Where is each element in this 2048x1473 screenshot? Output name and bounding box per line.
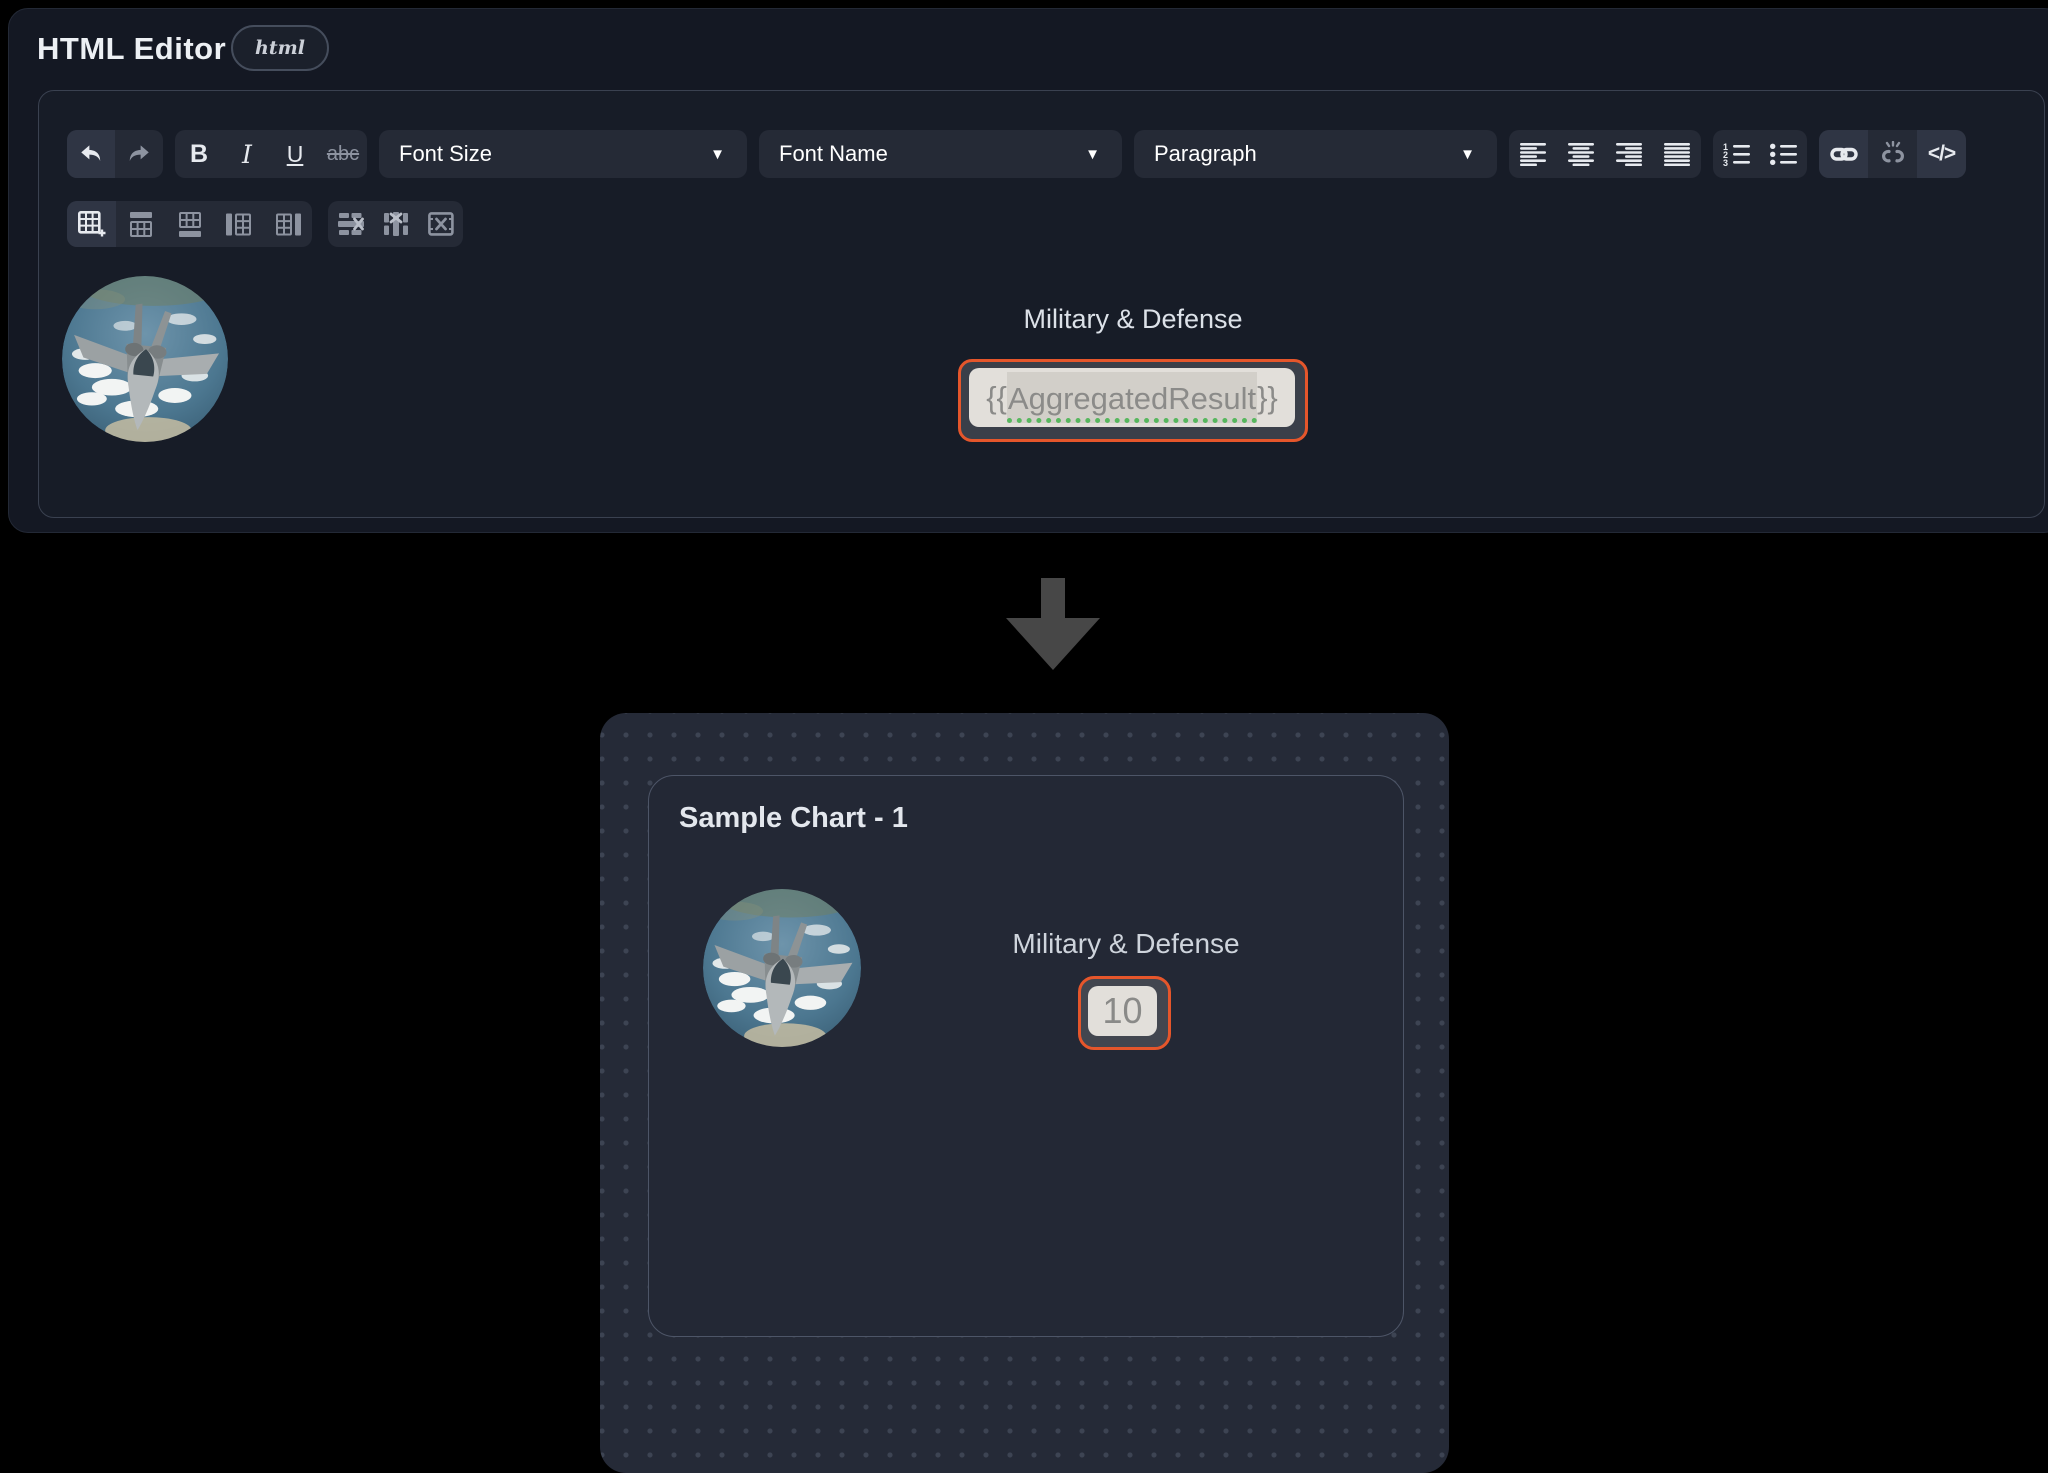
insert-column-right-button[interactable] <box>263 201 312 247</box>
jet-image[interactable] <box>62 276 228 442</box>
unordered-list-button[interactable] <box>1760 130 1807 178</box>
unlink-button[interactable] <box>1868 130 1917 178</box>
align-left-button[interactable] <box>1509 130 1557 178</box>
insert-row-below-icon <box>177 212 203 237</box>
align-right-button[interactable] <box>1605 130 1653 178</box>
flow-arrow <box>998 578 1108 670</box>
unlink-icon <box>1879 141 1907 167</box>
jet-image <box>703 889 861 1047</box>
font-name-label: Font Name <box>779 141 888 167</box>
list-group: 1 2 3 <box>1713 130 1807 178</box>
paragraph-select[interactable]: Paragraph ▼ <box>1134 130 1497 178</box>
delete-table-button[interactable] <box>418 201 463 247</box>
insert-row-below-button[interactable] <box>165 201 214 247</box>
alignment-group <box>1509 130 1701 178</box>
align-justify-button[interactable] <box>1653 130 1701 178</box>
page-title: HTML Editor <box>37 31 226 67</box>
insert-row-above-button[interactable] <box>116 201 165 247</box>
text-style-group: B I U abc <box>175 130 367 178</box>
table-insert-group <box>67 201 312 247</box>
delete-table-icon <box>428 212 454 236</box>
insert-column-left-button[interactable] <box>214 201 263 247</box>
align-justify-icon <box>1664 143 1690 166</box>
chevron-down-icon: ▼ <box>1460 146 1475 163</box>
preview-card: Sample Chart - 1 Military & Defense 10 <box>600 713 1449 1473</box>
sample-chart-panel: Sample Chart - 1 Military & Defense 10 <box>648 775 1404 1337</box>
token-close-braces: }} <box>1257 380 1278 416</box>
code-view-button[interactable]: </> <box>1917 130 1966 178</box>
unordered-list-icon <box>1770 142 1797 166</box>
insert-column-left-icon <box>226 212 252 237</box>
delete-column-button[interactable] <box>373 201 418 247</box>
link-icon <box>1830 141 1858 167</box>
link-group: </> <box>1819 130 1966 178</box>
table-delete-group <box>328 201 463 247</box>
insert-row-above-icon <box>128 212 154 237</box>
insert-table-icon <box>78 211 106 237</box>
bold-button[interactable]: B <box>175 130 223 178</box>
chevron-down-icon: ▼ <box>1085 146 1100 163</box>
strikethrough-button[interactable]: abc <box>319 130 367 178</box>
content-heading: Military & Defense <box>958 304 1308 335</box>
aggregated-result-token-box[interactable]: {{AggregatedResult}} <box>958 359 1308 442</box>
aggregated-result-token[interactable]: {{AggregatedResult}} <box>969 368 1295 427</box>
delete-row-button[interactable] <box>328 201 373 247</box>
paragraph-label: Paragraph <box>1154 141 1257 167</box>
link-button[interactable] <box>1819 130 1868 178</box>
html-editor-panel: HTML Editor html B I U <box>8 8 2048 533</box>
insert-table-button[interactable] <box>67 201 116 247</box>
token-name: AggregatedResult <box>1007 372 1257 423</box>
ordered-list-icon: 1 2 3 <box>1723 142 1750 166</box>
italic-button[interactable]: I <box>223 130 271 178</box>
align-center-button[interactable] <box>1557 130 1605 178</box>
delete-row-icon <box>338 212 364 236</box>
align-right-icon <box>1616 143 1642 166</box>
insert-column-right-icon <box>275 212 301 237</box>
align-center-icon <box>1568 143 1594 166</box>
editor-surface: B I U abc Font Size ▼ Font Name ▼ Paragr… <box>38 90 2045 518</box>
undo-icon <box>78 141 104 167</box>
underline-button[interactable]: U <box>271 130 319 178</box>
chevron-down-icon: ▼ <box>710 146 725 163</box>
html-badge: html <box>231 25 329 71</box>
result-value: 10 <box>1088 986 1157 1036</box>
svg-text:3: 3 <box>1723 158 1728 166</box>
preview-heading: Military & Defense <box>946 928 1306 960</box>
undo-button[interactable] <box>67 130 115 178</box>
font-name-select[interactable]: Font Name ▼ <box>759 130 1122 178</box>
font-size-label: Font Size <box>399 141 492 167</box>
font-size-select[interactable]: Font Size ▼ <box>379 130 747 178</box>
sample-chart-title: Sample Chart - 1 <box>679 802 908 835</box>
arrow-down-icon <box>998 578 1108 670</box>
history-group <box>67 130 163 178</box>
toolbar-row-2 <box>67 201 463 247</box>
align-left-icon <box>1520 143 1546 166</box>
redo-button[interactable] <box>115 130 163 178</box>
toolbar-row-1: B I U abc Font Size ▼ Font Name ▼ Paragr… <box>67 130 1966 178</box>
ordered-list-button[interactable]: 1 2 3 <box>1713 130 1760 178</box>
token-open-braces: {{ <box>986 380 1007 416</box>
delete-column-icon <box>383 212 409 236</box>
result-value-box: 10 <box>1078 976 1171 1050</box>
redo-icon <box>126 141 152 167</box>
